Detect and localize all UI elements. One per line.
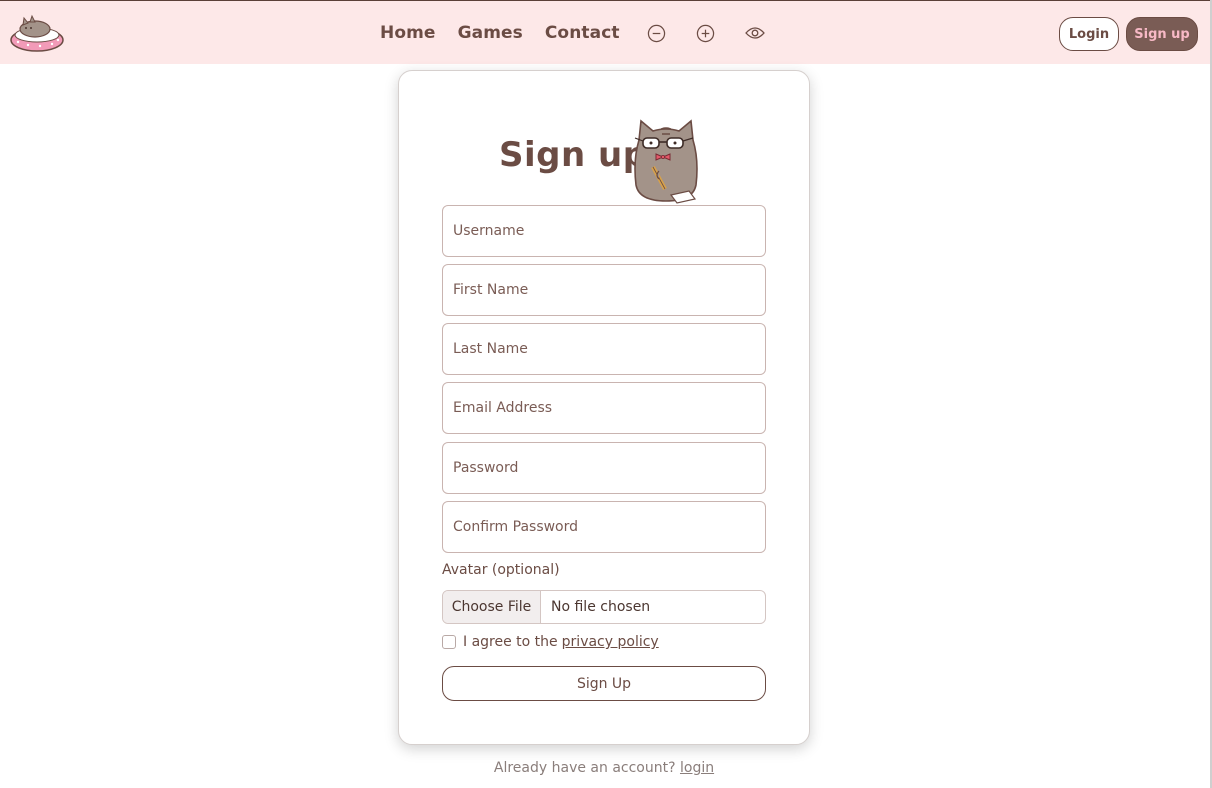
email-field[interactable] xyxy=(442,382,766,434)
username-field[interactable] xyxy=(442,205,766,257)
eye-icon[interactable] xyxy=(744,23,765,43)
page-title: Sign up xyxy=(499,135,648,175)
pusheen-logo[interactable] xyxy=(10,13,65,53)
choose-file-button[interactable]: Choose File xyxy=(443,591,541,623)
signup-card: Sign up Avatar (optional) Choose File No… xyxy=(398,70,810,745)
nav-games-link[interactable]: Games xyxy=(458,23,523,43)
confirm-password-field[interactable] xyxy=(442,501,766,553)
login-link[interactable]: login xyxy=(680,760,714,776)
submit-signup-button[interactable]: Sign Up xyxy=(442,666,766,701)
privacy-checkbox[interactable] xyxy=(442,635,456,649)
nav-contact-link[interactable]: Contact xyxy=(545,23,620,43)
login-prompt: Already have an account? login xyxy=(0,760,1208,776)
last-name-field[interactable] xyxy=(442,323,766,375)
zoom-in-icon[interactable] xyxy=(696,23,716,43)
login-button[interactable]: Login xyxy=(1059,17,1119,51)
nav-home-link[interactable]: Home xyxy=(380,23,436,43)
privacy-policy-link[interactable]: privacy policy xyxy=(562,634,659,650)
navbar: Home Games Contact Login Sign up xyxy=(0,0,1212,64)
signup-button[interactable]: Sign up xyxy=(1126,17,1198,51)
login-prompt-text: Already have an account? xyxy=(493,760,676,776)
zoom-out-icon[interactable] xyxy=(647,23,667,43)
pusheen-writing-illustration xyxy=(631,115,701,205)
main-nav: Home Games Contact xyxy=(380,1,789,65)
avatar-label: Avatar (optional) xyxy=(442,562,560,578)
password-field[interactable] xyxy=(442,442,766,494)
first-name-field[interactable] xyxy=(442,264,766,316)
agree-text: I agree to the xyxy=(463,634,558,650)
file-status-text: No file chosen xyxy=(551,599,651,615)
avatar-file-input[interactable]: Choose File No file chosen xyxy=(442,590,766,624)
privacy-agree-row: I agree to the privacy policy xyxy=(442,633,659,651)
